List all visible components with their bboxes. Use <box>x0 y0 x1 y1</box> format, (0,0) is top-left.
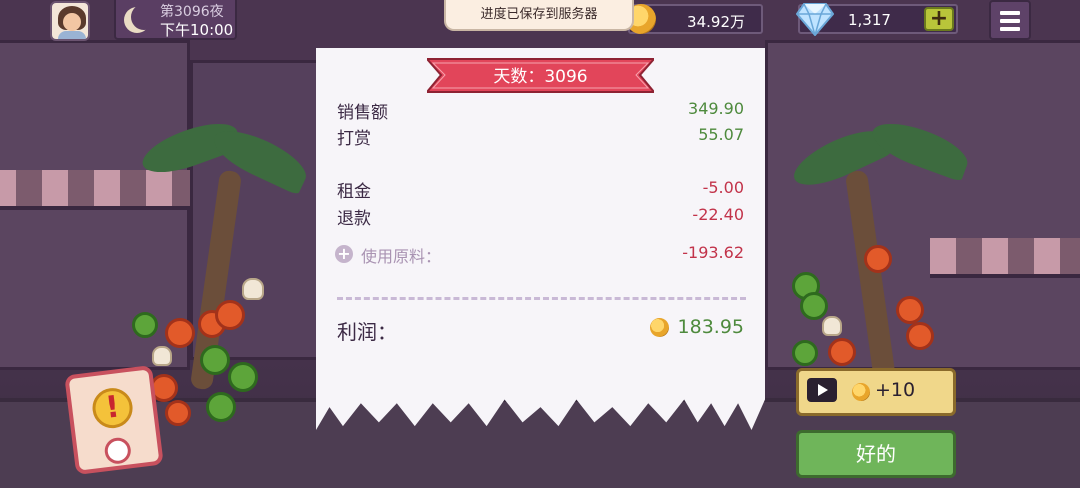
menu-button[interactable] <box>989 0 1031 40</box>
tomato-icon <box>165 400 191 426</box>
refund-value: -22.40 <box>692 205 744 224</box>
pepper-icon <box>132 312 158 338</box>
hamburger-icon <box>1000 11 1020 15</box>
tips-label: 打赏 <box>337 129 371 149</box>
ad-reward-amount: +10 <box>875 379 916 401</box>
profit-value: 183.95 <box>677 316 744 338</box>
player-avatar[interactable] <box>50 1 90 41</box>
day-title: 天数：3096 <box>493 67 588 87</box>
add-gems-button[interactable]: + <box>924 7 954 31</box>
ingredients-label[interactable]: 使用原料： <box>361 243 441 267</box>
coins-counter: 34.92万 <box>626 4 763 34</box>
garlic-icon <box>822 316 842 336</box>
pepper-icon <box>200 345 230 375</box>
rent-value: -5.00 <box>702 178 744 197</box>
tomato-icon <box>896 296 924 324</box>
awning-right <box>930 238 1080 278</box>
night-count: 第3096夜 <box>160 4 224 20</box>
ingredients-value: -193.62 <box>682 243 744 262</box>
pepper-icon <box>800 292 828 320</box>
diamond-icon <box>796 3 834 36</box>
coin-icon <box>852 383 870 401</box>
coin-icon <box>650 318 669 337</box>
exclamation-icon: ! <box>90 385 135 431</box>
tomato-icon <box>828 338 856 366</box>
clock-time: 下午10:00 <box>160 21 234 39</box>
pepper-icon <box>228 362 258 392</box>
building-right <box>765 40 1080 370</box>
phone-home-icon <box>103 436 133 466</box>
sales-label: 销售额 <box>337 103 388 123</box>
ok-button[interactable]: 好的 <box>796 430 956 478</box>
phone-alert-button[interactable]: ! <box>64 365 164 475</box>
video-play-icon <box>807 378 837 402</box>
pepper-icon <box>792 340 818 366</box>
sales-value: 349.90 <box>688 99 744 118</box>
moon-icon <box>124 7 150 33</box>
tomato-icon <box>864 245 892 273</box>
coins-value: 34.92万 <box>687 13 745 31</box>
garlic-icon <box>242 278 264 300</box>
watch-ad-bonus-button[interactable]: +10 <box>796 368 956 416</box>
tomato-icon <box>215 300 245 330</box>
receipt-divider <box>337 297 746 300</box>
rent-label: 租金 <box>337 182 371 202</box>
tomato-icon <box>165 318 195 348</box>
pepper-icon <box>206 392 236 422</box>
profit-label: 利润： <box>337 320 397 344</box>
expand-ingredients-icon[interactable]: + <box>335 245 353 263</box>
tomato-icon <box>906 322 934 350</box>
save-toast: 进度已保存到服务器 <box>444 0 634 31</box>
awning-left <box>0 170 190 210</box>
gems-counter: 1,317 + <box>796 3 958 36</box>
garlic-icon <box>152 346 172 366</box>
refund-label: 退款 <box>337 209 371 229</box>
tips-value: 55.07 <box>698 125 744 144</box>
day-time-panel: 第3096夜 下午10:00 <box>114 0 237 40</box>
gems-value: 1,317 <box>848 11 891 29</box>
